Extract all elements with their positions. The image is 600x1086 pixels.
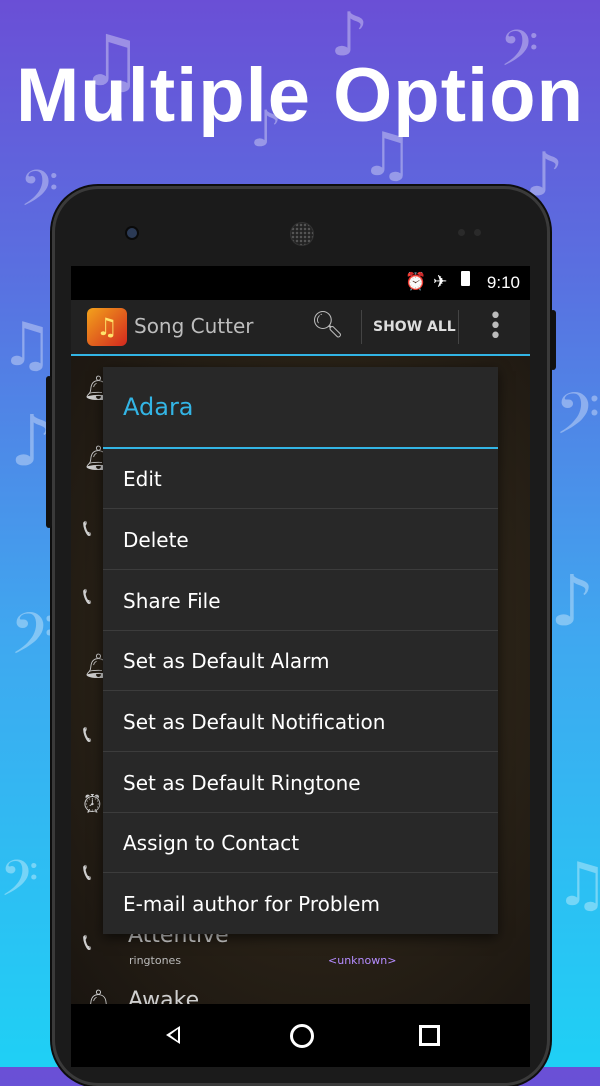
action-bar: ♫ Song Cutter 🔍︎ SHOW ALL • • •	[71, 300, 530, 356]
divider	[361, 310, 362, 344]
list-item-artist: <unknown>	[328, 954, 397, 967]
search-icon[interactable]: 🔍︎	[311, 310, 344, 340]
menu-item-default-ringtone[interactable]: Set as Default Ringtone	[103, 753, 498, 813]
front-camera	[127, 228, 137, 238]
menu-item-email-author[interactable]: E-mail author for Problem	[103, 874, 498, 934]
power-button	[550, 310, 556, 370]
menu-item-edit[interactable]: Edit	[103, 449, 498, 509]
music-note-icon: ♫	[360, 120, 414, 190]
bass-clef-icon: 𝄢	[0, 850, 39, 920]
phone-icon[interactable]: 📞︎	[83, 514, 91, 542]
menu-item-share-file[interactable]: Share File	[103, 571, 498, 631]
status-bar: ⏰ ✈ 9:10	[71, 266, 530, 300]
music-note-icon: ♪	[330, 0, 369, 70]
back-icon[interactable]	[166, 1026, 180, 1044]
menu-item-assign-contact[interactable]: Assign to Contact	[103, 813, 498, 873]
menu-item-default-alarm[interactable]: Set as Default Alarm	[103, 631, 498, 691]
status-time: 9:10	[486, 273, 520, 292]
alarm-clock-icon[interactable]: ⏰︎	[83, 790, 102, 818]
bass-clef-icon: 𝄢	[10, 600, 56, 682]
light-sensor	[474, 229, 481, 236]
volume-button	[46, 376, 52, 528]
app-title: Song Cutter	[134, 314, 254, 338]
bass-clef-icon: 𝄢	[500, 20, 539, 90]
music-note-icon: ♫	[80, 20, 143, 102]
battery-icon	[461, 271, 470, 291]
dialog-title-text: Adara	[123, 393, 194, 421]
bass-clef-icon: 𝄢	[555, 380, 600, 462]
show-all-button[interactable]: SHOW ALL	[373, 319, 456, 335]
navigation-bar	[71, 1004, 530, 1067]
music-note-icon: ♪	[550, 560, 595, 642]
phone-icon[interactable]: 📞︎	[83, 720, 91, 748]
music-note-icon: ♫	[555, 850, 600, 920]
menu-item-delete[interactable]: Delete	[103, 510, 498, 570]
phone-icon[interactable]: 📞︎	[83, 582, 91, 610]
music-note-icon: ♫	[0, 310, 54, 380]
phone-icon[interactable]: 📞︎	[83, 928, 91, 956]
earpiece-speaker	[290, 222, 314, 246]
context-menu-dialog: Adara Edit Delete Share File Set as Defa…	[103, 367, 498, 934]
music-note-icon: ♪	[250, 100, 282, 158]
home-icon[interactable]	[290, 1024, 314, 1048]
recents-icon[interactable]	[419, 1025, 440, 1046]
list-item-subtitle: ringtones	[129, 954, 182, 967]
proximity-sensor	[458, 229, 465, 236]
phone-icon[interactable]: 📞︎	[83, 858, 91, 886]
alarm-icon: ⏰	[405, 272, 427, 292]
overflow-menu-icon[interactable]: • • •	[489, 306, 502, 348]
menu-item-default-notification[interactable]: Set as Default Notification	[103, 692, 498, 752]
dialog-title: Adara	[103, 367, 498, 449]
airplane-icon: ✈	[433, 272, 448, 292]
divider	[458, 310, 459, 344]
app-icon[interactable]: ♫	[87, 308, 127, 346]
